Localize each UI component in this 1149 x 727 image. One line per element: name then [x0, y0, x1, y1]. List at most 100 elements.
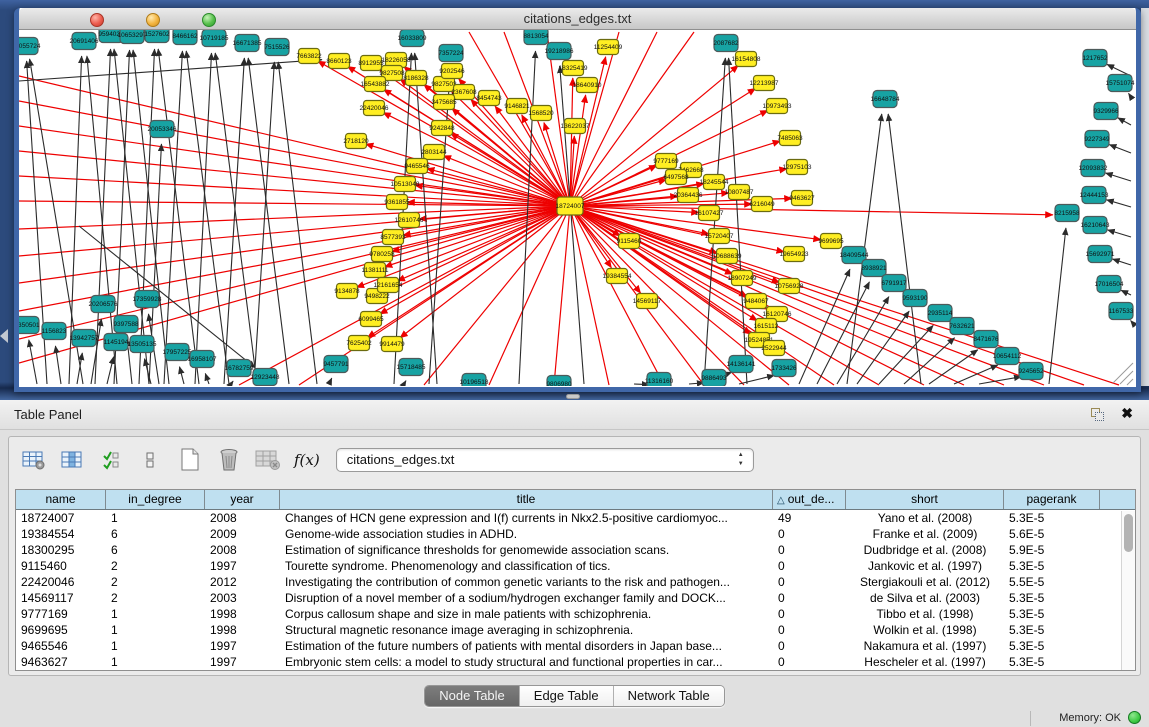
- graph-node-label: 10688639: [713, 253, 742, 260]
- table-row[interactable]: 1830029562008Estimation of significance …: [16, 542, 1135, 558]
- graph-node-label: 16107427: [695, 210, 724, 217]
- column-header-year[interactable]: year: [205, 490, 280, 509]
- graph-edge[interactable]: [459, 79, 570, 206]
- graph-edge[interactable]: [1049, 228, 1066, 384]
- table-row[interactable]: 946362711997Embryonic stem cells: a mode…: [16, 654, 1135, 670]
- splitpane-handle[interactable]: [566, 394, 580, 399]
- graph-node-label: 6216049: [749, 201, 775, 208]
- delete-column-button[interactable]: [216, 447, 242, 473]
- graph-edge[interactable]: [1129, 93, 1131, 97]
- unselect-all-columns-icon[interactable]: [138, 447, 164, 473]
- graph-edge[interactable]: [1118, 118, 1131, 125]
- table-row[interactable]: 977716911998Corpus callosum shape and si…: [16, 606, 1135, 622]
- graph-edge[interactable]: [1108, 230, 1131, 237]
- tab-edge-table[interactable]: Edge Table: [520, 686, 614, 706]
- table-cell: Tibbo et al. (1998): [846, 606, 1004, 622]
- graph-edge[interactable]: [139, 49, 155, 384]
- graph-edge[interactable]: [254, 62, 274, 384]
- scrollbar-thumb[interactable]: [1124, 514, 1133, 552]
- graph-edge[interactable]: [554, 206, 570, 385]
- graph-edge[interactable]: [77, 353, 82, 384]
- table-cell: 5.3E-5: [1004, 638, 1100, 654]
- graph-node-label: 16033809: [398, 35, 427, 42]
- graph-edge[interactable]: [180, 367, 184, 384]
- graph-edge[interactable]: [799, 269, 850, 384]
- function-builder-button[interactable]: f(x): [294, 451, 320, 469]
- graph-node-label: 12444153: [1080, 192, 1109, 199]
- table-options-button[interactable]: [21, 447, 47, 473]
- graph-edge[interactable]: [1107, 200, 1131, 207]
- vertical-scrollbar[interactable]: [1121, 511, 1135, 670]
- table-header-row[interactable]: namein_degreeyeartitle△out_de...shortpag…: [16, 490, 1135, 510]
- table-cell: 5.3E-5: [1004, 510, 1100, 526]
- show-column-button[interactable]: [60, 447, 86, 473]
- graph-edge[interactable]: [164, 51, 182, 384]
- graph-edge[interactable]: [91, 319, 101, 384]
- graph-edge[interactable]: [1106, 173, 1131, 181]
- tab-node-table[interactable]: Node Table: [425, 686, 520, 706]
- column-header-out_de[interactable]: △out_de...: [773, 490, 846, 509]
- graph-edge[interactable]: [195, 53, 212, 384]
- column-header-in_degree[interactable]: in_degree: [106, 490, 205, 509]
- table-cell: 2003: [205, 590, 280, 606]
- graph-node-label: 18640910: [573, 82, 602, 89]
- graph-edge[interactable]: [739, 375, 774, 384]
- table-source-selector[interactable]: citations_edges.txt ▲▼: [336, 448, 754, 472]
- graph-edge[interactable]: [1121, 290, 1131, 295]
- table-cell: 1998: [205, 606, 280, 622]
- graph-edge[interactable]: [729, 58, 747, 384]
- graph-edge[interactable]: [429, 68, 450, 384]
- network-canvas[interactable]: 1872400786601238912955182260589827508165…: [19, 30, 1136, 386]
- graph-edge[interactable]: [879, 325, 933, 384]
- graph-node-label: 9886493: [701, 375, 727, 382]
- graph-node-label: 9806980: [546, 381, 572, 386]
- table-cell: Estimation of the future numbers of pati…: [280, 638, 773, 654]
- table-row[interactable]: 911546021997Tourette syndrome. Phenomeno…: [16, 558, 1135, 574]
- memory-status-indicator[interactable]: [1128, 711, 1141, 724]
- float-panel-icon[interactable]: [1091, 408, 1105, 422]
- graph-node-label: 1527602: [144, 31, 170, 38]
- graph-edge[interactable]: [107, 357, 114, 384]
- graph-edge[interactable]: [29, 340, 37, 384]
- graph-edge[interactable]: [404, 381, 406, 384]
- new-column-button[interactable]: [177, 447, 203, 473]
- graph-edge[interactable]: [278, 62, 317, 384]
- table-cell: 2012: [205, 574, 280, 590]
- delete-table-button-disabled[interactable]: [255, 447, 281, 473]
- network-graph[interactable]: 1872400786601238912955182260589827508165…: [19, 30, 1136, 386]
- graph-edge[interactable]: [570, 206, 1053, 215]
- graph-node-label: 9463627: [789, 195, 815, 202]
- select-all-columns-icon[interactable]: [99, 447, 125, 473]
- graph-edge[interactable]: [329, 378, 332, 384]
- graph-edge[interactable]: [215, 53, 257, 384]
- graph-edge[interactable]: [248, 58, 289, 384]
- table-row[interactable]: 946554611997Estimation of the future num…: [16, 638, 1135, 654]
- graph-edge[interactable]: [817, 282, 869, 384]
- table-row[interactable]: 969969511998Structural magnetic resonanc…: [16, 622, 1135, 638]
- graph-edge[interactable]: [1113, 259, 1131, 265]
- table-cell: Nakamura et al. (1997): [846, 638, 1004, 654]
- column-header-title[interactable]: title: [280, 490, 773, 509]
- graph-edge[interactable]: [19, 60, 322, 81]
- graph-node-label: 11254409: [594, 44, 623, 51]
- graph-edge[interactable]: [954, 365, 998, 384]
- table-row[interactable]: 1456911722003Disruption of a novel membe…: [16, 590, 1135, 606]
- column-header-name[interactable]: name: [16, 490, 106, 509]
- window-titlebar[interactable]: citations_edges.txt: [19, 8, 1136, 30]
- graph-edge[interactable]: [1109, 145, 1131, 153]
- table-row[interactable]: 1872400712008Changes of HCN gene express…: [16, 510, 1135, 526]
- close-panel-icon[interactable]: ✖: [1121, 405, 1133, 422]
- graph-edge[interactable]: [205, 373, 209, 384]
- splitpane-collapse-arrow[interactable]: [0, 329, 8, 343]
- table-row[interactable]: 2242004622012Investigating the contribut…: [16, 574, 1135, 590]
- column-header-short[interactable]: short: [846, 490, 1004, 509]
- column-header-pagerank[interactable]: pagerank: [1004, 490, 1100, 509]
- canvas-resize-grip[interactable]: [1113, 363, 1133, 385]
- graph-edge[interactable]: [231, 381, 233, 384]
- graph-node-label: 11316160: [645, 378, 674, 385]
- graph-edge[interactable]: [224, 58, 244, 384]
- graph-node-label: 20364436: [674, 192, 703, 199]
- tab-network-table[interactable]: Network Table: [614, 686, 724, 706]
- table-row[interactable]: 1938455462009Genome-wide association stu…: [16, 526, 1135, 542]
- graph-edge[interactable]: [424, 206, 570, 385]
